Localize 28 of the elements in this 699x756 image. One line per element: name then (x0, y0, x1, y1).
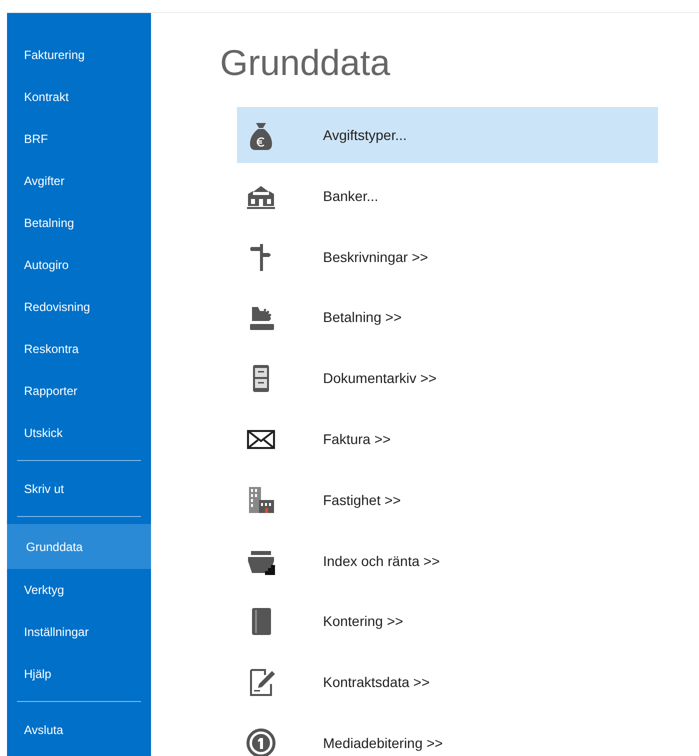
sidebar-item[interactable]: Grunddata (7, 524, 151, 569)
sidebar-item[interactable]: Autogiro (7, 244, 151, 286)
menu-item[interactable]: Mediadebitering >> (237, 714, 658, 756)
sidebar-item[interactable]: Fakturering (7, 34, 151, 76)
sidebar-item[interactable]: Betalning (7, 202, 151, 244)
sidebar-item[interactable]: Redovisning (7, 286, 151, 328)
menu-item[interactable]: Index och ränta >> (237, 532, 658, 589)
menu-item[interactable]: Beskrivningar >> (237, 228, 658, 285)
sidebar-item[interactable]: Avgifter (7, 160, 151, 202)
sidebar-item[interactable]: Avsluta (7, 709, 151, 751)
menu-item[interactable]: Fastighet >> (237, 472, 658, 528)
menu-item[interactable]: Betalning >> (237, 289, 658, 346)
sidebar-item[interactable]: Rapporter (7, 370, 151, 412)
sidebar-item[interactable]: Skriv ut (7, 468, 151, 510)
menu-item[interactable]: Faktura >> (237, 410, 658, 467)
sidebar-item[interactable]: Reskontra (7, 328, 151, 370)
sidebar-item[interactable]: Kontrakt (7, 76, 151, 118)
sidebar-item[interactable]: BRF (7, 118, 151, 160)
sidebar-item[interactable]: Utskick (7, 412, 151, 454)
menu-item[interactable]: Dokumentarkiv >> (237, 350, 658, 406)
menu-item[interactable]: Avgiftstyper... (237, 107, 658, 163)
sidebar-item[interactable]: Inställningar (7, 611, 151, 653)
page-title: Grunddata (220, 41, 392, 85)
menu-item[interactable]: Kontering >> (237, 593, 658, 650)
sidebar-item[interactable]: Verktyg (7, 569, 151, 611)
menu-item[interactable]: Kontraktsdata >> (237, 654, 658, 710)
sidebar-item[interactable]: Hjälp (7, 653, 151, 695)
menu-item[interactable]: Banker... (237, 168, 658, 224)
